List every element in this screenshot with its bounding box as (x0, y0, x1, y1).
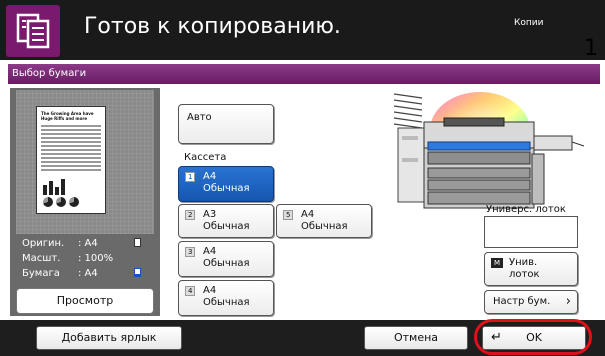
dialog-title: Выбор бумаги (8, 64, 600, 84)
cassette-5-button[interactable]: 5 A4 Обычная (276, 204, 372, 238)
cassette-4-size: A4 (203, 285, 217, 296)
header: Готов к копированию. Копии 1 (0, 0, 605, 66)
multi-tray-line2: лоток (509, 269, 540, 280)
multi-purpose-tray-label: Универс. лоток (486, 204, 566, 215)
cassette-1-type: Обычная (203, 183, 250, 194)
cassette-3-number: 3 (185, 247, 196, 257)
auto-label: Авто (187, 112, 212, 123)
cassette-5-size: A4 (301, 209, 315, 220)
printer-illustration (384, 88, 586, 212)
info-zoom-key: Масшт. (22, 253, 61, 264)
paper-icon (134, 268, 144, 280)
copies-count: 1 (584, 36, 598, 61)
cassette-2-size: A3 (203, 209, 217, 220)
multi-purpose-tray-box (484, 216, 578, 248)
cassette-1-button[interactable]: 1 A4 Обычная (178, 166, 274, 202)
cassette-2-number: 2 (185, 210, 196, 220)
cassette-4-type: Обычная (203, 297, 250, 308)
info-paper: Бумага : A4 (22, 268, 152, 280)
cassette-label: Кассета (184, 152, 227, 163)
multi-tray-number: M (491, 258, 504, 268)
info-zoom-value: : 100% (78, 253, 114, 264)
cassette-3-size: A4 (203, 246, 217, 257)
preview-doc-chart (43, 179, 65, 195)
cancel-button[interactable]: Отмена (364, 326, 468, 350)
cassette-4-number: 4 (185, 286, 196, 296)
info-original-key: Оригин. (22, 238, 65, 249)
auto-paper-button[interactable]: Авто (178, 104, 274, 144)
cassette-1-size: A4 (203, 171, 217, 182)
paper-settings-label: Настр бум. (493, 296, 551, 307)
multi-purpose-tray-button[interactable]: M Унив. лоток (484, 252, 578, 286)
cassette-2-type: Обычная (203, 221, 250, 232)
cassette-1-number: 1 (185, 172, 196, 182)
info-zoom: Масшт. : 100% (22, 253, 152, 264)
ok-highlight-ring (474, 319, 592, 355)
preview-doc-pies (43, 197, 79, 207)
cassette-3-type: Обычная (203, 258, 250, 269)
document-preview-thumbnail: The Growing Area have Huge Riffs and mor… (36, 106, 106, 214)
cassette-2-button[interactable]: 2 A3 Обычная (178, 204, 274, 238)
preview-doc-text (41, 125, 101, 173)
paper-settings-button[interactable]: Настр бум. › (484, 290, 578, 314)
cassette-4-button[interactable]: 4 A4 Обычная (178, 280, 274, 316)
status-title: Готов к копированию. (84, 14, 341, 39)
preview-button[interactable]: Просмотр (16, 288, 154, 314)
preview-doc-title: The Growing Area have Huge Riffs and mor… (41, 111, 94, 121)
info-original: Оригин. : A4 (22, 238, 152, 250)
info-paper-key: Бумага (22, 268, 60, 279)
cassette-5-number: 5 (283, 210, 294, 220)
info-paper-value: : A4 (78, 268, 98, 279)
add-shortcut-button[interactable]: Добавить ярлык (36, 326, 182, 350)
page-icon (134, 238, 144, 250)
info-original-value: : A4 (78, 238, 98, 249)
copy-function-icon (6, 5, 60, 57)
cassette-3-button[interactable]: 3 A4 Обычная (178, 241, 274, 277)
multi-tray-line1: Унив. (509, 257, 538, 268)
chevron-right-icon: › (565, 294, 571, 309)
copies-label: Копии (514, 18, 544, 28)
cassette-5-type: Обычная (301, 221, 348, 232)
